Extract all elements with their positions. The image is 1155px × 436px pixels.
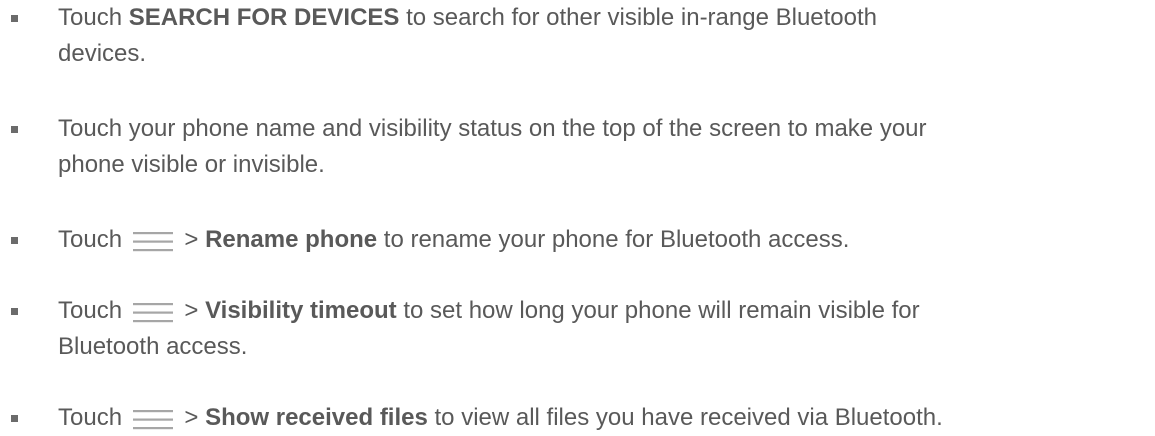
- bulleted-instruction-list: Touch SEARCH FOR DEVICES to search for o…: [0, 0, 1155, 436]
- bullet-square-icon: [11, 415, 18, 422]
- list-item-text: Touch > Show received files to view all …: [58, 400, 1148, 436]
- bold-term: SEARCH FOR DEVICES: [128, 4, 400, 31]
- bullet-square-icon: [11, 308, 18, 315]
- menu-icon: [132, 232, 173, 252]
- text-line: Touch SEARCH FOR DEVICES to search for o…: [58, 4, 878, 31]
- bold-term: Show received files: [205, 404, 428, 431]
- bullet-square-icon: [11, 15, 18, 22]
- bold-term: Visibility timeout: [205, 297, 397, 324]
- list-item-text: Touch > Rename phone to rename your phon…: [58, 222, 1148, 258]
- text-line: devices.: [58, 40, 147, 67]
- list-item-text: Touch SEARCH FOR DEVICES to search for o…: [58, 0, 1148, 72]
- text-line: Bluetooth access.: [58, 333, 248, 360]
- menu-icon: [132, 410, 173, 430]
- menu-icon: [132, 303, 173, 323]
- text-line: Touch > Visibility timeout to set how lo…: [58, 297, 920, 324]
- text-line: phone visible or invisible.: [58, 151, 325, 178]
- bullet-square-icon: [11, 126, 18, 133]
- list-item-text: Touch your phone name and visibility sta…: [58, 111, 1148, 183]
- list-item-text: Touch > Visibility timeout to set how lo…: [58, 293, 1148, 365]
- text-line: Touch > Show received files to view all …: [58, 404, 943, 431]
- bold-term: Rename phone: [205, 226, 378, 253]
- text-line: Touch your phone name and visibility sta…: [58, 115, 927, 142]
- text-line: Touch > Rename phone to rename your phon…: [58, 226, 850, 253]
- bullet-square-icon: [11, 237, 18, 244]
